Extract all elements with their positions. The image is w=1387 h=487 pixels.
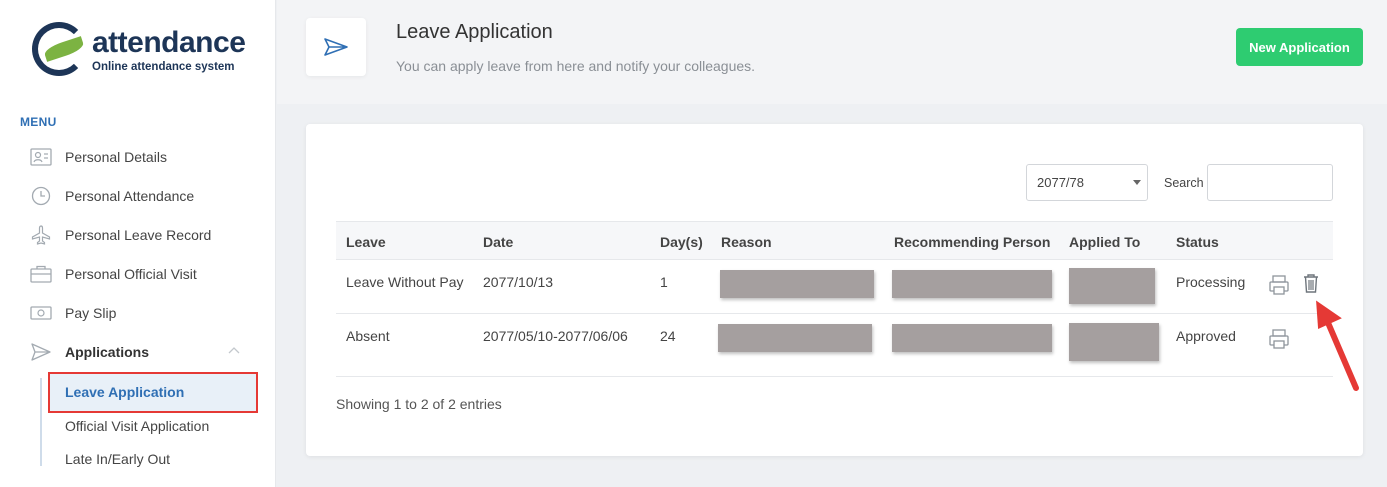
table-row: Leave Without Pay 2077/10/13 1 Processin… [336, 260, 1333, 314]
briefcase-icon [30, 264, 52, 284]
sidebar-item-personal-details[interactable]: Personal Details [30, 144, 167, 170]
redacted-applied-to [1069, 268, 1155, 304]
brand-title: attendance [92, 26, 246, 59]
print-icon[interactable] [1268, 274, 1290, 296]
sidebar-item-label: Pay Slip [65, 305, 117, 321]
cell-leave: Absent [346, 328, 390, 344]
sidebar-item-label: Personal Official Visit [65, 266, 197, 282]
annotation-arrow-icon [1316, 300, 1359, 391]
cell-days: 1 [660, 274, 668, 290]
column-header-leave[interactable]: Leave [346, 234, 386, 250]
money-icon [30, 303, 52, 323]
sidebar: attendance Online attendance system MENU… [0, 0, 276, 487]
paper-plane-icon [324, 38, 348, 56]
redacted-reason [720, 270, 874, 298]
search-input[interactable] [1207, 164, 1333, 201]
column-header-date[interactable]: Date [483, 234, 513, 250]
clock-icon [30, 186, 52, 206]
menu-label: MENU [20, 115, 57, 129]
submenu-item-official-visit-application[interactable]: Official Visit Application [65, 418, 209, 434]
sidebar-item-label: Personal Attendance [65, 188, 195, 204]
paper-plane-icon [30, 342, 52, 362]
page-title: Leave Application [396, 21, 553, 43]
chevron-up-icon[interactable] [226, 345, 242, 357]
sidebar-item-label: Personal Leave Record [65, 227, 212, 243]
column-header-status[interactable]: Status [1176, 234, 1219, 250]
table-header: Leave Date Day(s) Reason Recommending Pe… [336, 221, 1333, 260]
status-badge: Processing [1176, 274, 1246, 290]
status-badge: Approved [1176, 328, 1236, 344]
sidebar-item-label: Applications [65, 344, 150, 360]
sidebar-item-pay-slip[interactable]: Pay Slip [30, 300, 116, 326]
brand-logo[interactable]: attendance Online attendance system [30, 20, 250, 82]
column-header-days[interactable]: Day(s) [660, 234, 703, 250]
redacted-recommending-person [892, 270, 1052, 298]
sidebar-item-personal-leave-record[interactable]: Personal Leave Record [30, 222, 211, 248]
table-info: Showing 1 to 2 of 2 entries [336, 396, 502, 412]
new-application-button[interactable]: New Application [1236, 28, 1363, 66]
brand-subtitle: Online attendance system [92, 61, 235, 73]
sidebar-item-personal-attendance[interactable]: Personal Attendance [30, 183, 194, 209]
sidebar-item-applications[interactable]: Applications [30, 339, 149, 365]
redacted-applied-to [1069, 323, 1159, 361]
leave-applications-card: 2077/78 Search Leave Date Day(s) Reason … [306, 124, 1363, 456]
sidebar-item-personal-official-visit[interactable]: Personal Official Visit [30, 261, 197, 287]
submenu-item-leave-application[interactable]: Leave Application [65, 384, 184, 400]
print-icon[interactable] [1268, 328, 1290, 350]
fiscal-year-select[interactable]: 2077/78 [1026, 164, 1148, 201]
search-label: Search [1164, 176, 1204, 190]
table-row: Absent 2077/05/10-2077/06/06 24 Approved [336, 314, 1333, 377]
trash-icon[interactable] [1300, 272, 1322, 294]
id-card-icon [30, 147, 52, 167]
cell-date: 2077/05/10-2077/06/06 [483, 328, 628, 344]
page-header [277, 0, 1387, 104]
page-subtitle: You can apply leave from here and notify… [396, 58, 756, 74]
redacted-recommending-person [892, 324, 1052, 352]
submenu-item-late-in-early-out[interactable]: Late In/Early Out [65, 451, 170, 467]
plane-icon [30, 225, 52, 245]
cell-date: 2077/10/13 [483, 274, 554, 290]
cell-leave: Leave Without Pay [346, 274, 464, 290]
caret-down-icon [1133, 180, 1141, 185]
column-header-applied-to[interactable]: Applied To [1069, 234, 1140, 250]
fiscal-year-value: 2077/78 [1037, 175, 1084, 190]
submenu-guide-line [40, 378, 42, 466]
page-header-icon-box [306, 18, 366, 76]
redacted-reason [718, 324, 872, 352]
sidebar-item-label: Personal Details [65, 149, 167, 165]
column-header-recommending-person[interactable]: Recommending Person [894, 234, 1050, 250]
column-header-reason[interactable]: Reason [721, 234, 772, 250]
cell-days: 24 [660, 328, 676, 344]
